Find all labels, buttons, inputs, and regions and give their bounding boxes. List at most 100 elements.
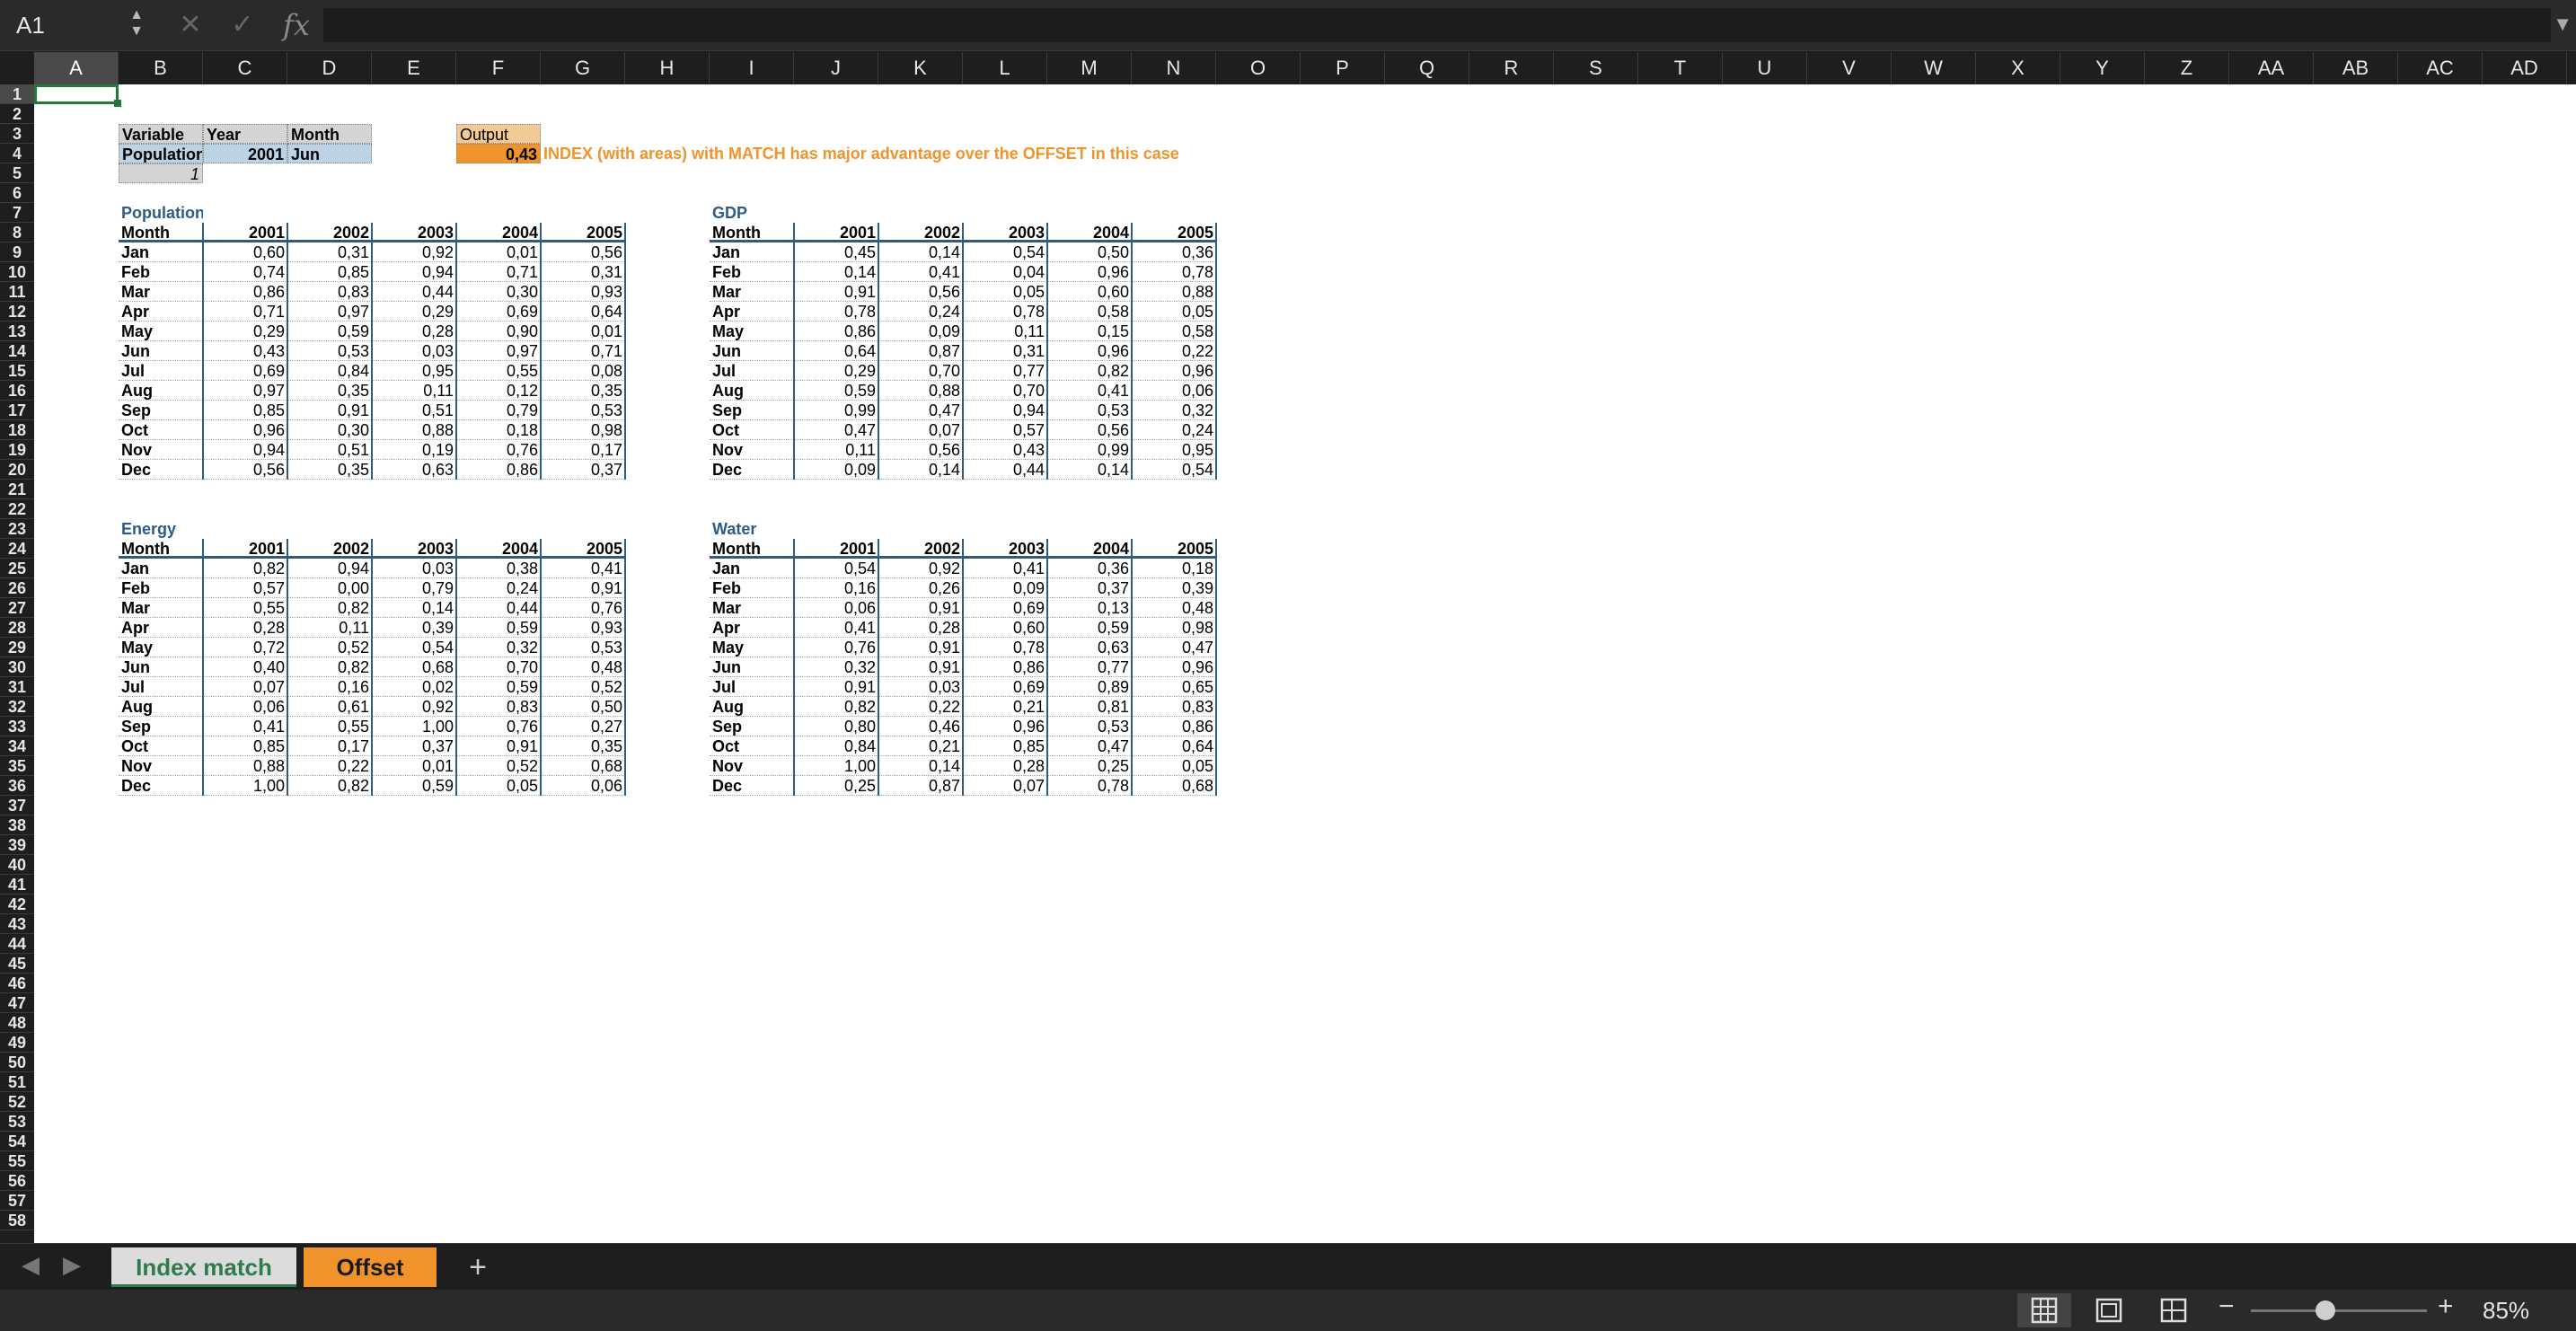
- table-row-label-gdp[interactable]: Apr: [710, 302, 794, 322]
- table-cell-population[interactable]: 0,93: [541, 282, 625, 302]
- table-cell-energy[interactable]: 0,02: [372, 677, 456, 697]
- row-header-29[interactable]: 29: [0, 638, 34, 657]
- table-cell-water[interactable]: 0,83: [1132, 697, 1216, 717]
- table-cell-population[interactable]: 0,85: [287, 262, 372, 282]
- table-header-year-water[interactable]: 2004: [1047, 539, 1132, 559]
- table-cell-population[interactable]: 0,28: [372, 322, 456, 341]
- column-header-aa[interactable]: AA: [2229, 52, 2314, 84]
- table-row-label-population[interactable]: Aug: [119, 381, 203, 401]
- table-cell-energy[interactable]: 0,94: [287, 559, 372, 578]
- table-row-label-water[interactable]: Sep: [710, 717, 794, 736]
- table-cell-gdp[interactable]: 0,58: [1132, 322, 1216, 341]
- table-cell-gdp[interactable]: 0,70: [878, 361, 963, 381]
- worksheet-grid[interactable]: Variable Year Month Population 2001 Jun 1 Outpu…: [34, 84, 2576, 1243]
- table-cell-gdp[interactable]: 0,11: [963, 322, 1047, 341]
- table-cell-energy[interactable]: 0,00: [287, 578, 372, 598]
- column-header-n[interactable]: N: [1132, 52, 1216, 84]
- row-header-28[interactable]: 28: [0, 618, 34, 638]
- table-row-label-energy[interactable]: Sep: [119, 717, 203, 736]
- table-cell-energy[interactable]: 0,68: [541, 756, 625, 776]
- table-cell-water[interactable]: 0,53: [1047, 717, 1132, 736]
- table-cell-population[interactable]: 0,51: [287, 440, 372, 460]
- row-header-48[interactable]: 48: [0, 1013, 34, 1033]
- table-cell-gdp[interactable]: 0,88: [1132, 282, 1216, 302]
- table-cell-energy[interactable]: 0,41: [541, 559, 625, 578]
- row-header-30[interactable]: 30: [0, 657, 34, 677]
- table-row-label-population[interactable]: Jun: [119, 341, 203, 361]
- row-header-44[interactable]: 44: [0, 934, 34, 954]
- table-cell-water[interactable]: 0,21: [963, 697, 1047, 717]
- table-title-water[interactable]: Water: [710, 519, 794, 539]
- table-cell-energy[interactable]: 0,41: [203, 717, 287, 736]
- table-header-year-gdp[interactable]: 2001: [794, 223, 878, 242]
- table-cell-energy[interactable]: 0,27: [541, 717, 625, 736]
- table-header-year-gdp[interactable]: 2004: [1047, 223, 1132, 242]
- previous-sheet-icon[interactable]: ◀: [22, 1251, 40, 1279]
- table-cell-energy[interactable]: 0,32: [456, 638, 541, 657]
- table-cell-water[interactable]: 0,91: [794, 677, 878, 697]
- table-cell-water[interactable]: 0,26: [878, 578, 963, 598]
- table-cell-gdp[interactable]: 0,54: [963, 242, 1047, 262]
- table-cell-population[interactable]: 0,31: [287, 242, 372, 262]
- page-layout-view-icon[interactable]: [2082, 1293, 2136, 1327]
- table-row-label-water[interactable]: Aug: [710, 697, 794, 717]
- row-header-26[interactable]: 26: [0, 578, 34, 598]
- table-cell-gdp[interactable]: 0,24: [1132, 420, 1216, 440]
- table-cell-energy[interactable]: 0,53: [541, 638, 625, 657]
- row-header-15[interactable]: 15: [0, 361, 34, 381]
- table-cell-population[interactable]: 0,63: [372, 460, 456, 480]
- table-cell-energy[interactable]: 0,55: [287, 717, 372, 736]
- table-cell-population[interactable]: 0,31: [541, 262, 625, 282]
- table-cell-gdp[interactable]: 0,56: [878, 440, 963, 460]
- row-header-16[interactable]: 16: [0, 381, 34, 401]
- table-cell-gdp[interactable]: 0,57: [963, 420, 1047, 440]
- table-cell-gdp[interactable]: 0,07: [878, 420, 963, 440]
- row-header-27[interactable]: 27: [0, 598, 34, 618]
- column-header-x[interactable]: X: [1976, 52, 2060, 84]
- table-cell-population[interactable]: 0,91: [287, 401, 372, 420]
- table-cell-population[interactable]: 0,71: [541, 341, 625, 361]
- table-cell-water[interactable]: 0,63: [1047, 638, 1132, 657]
- tab-index-match[interactable]: Index match: [111, 1247, 296, 1287]
- input-area-index[interactable]: 1: [119, 163, 203, 183]
- table-cell-energy[interactable]: 0,17: [287, 736, 372, 756]
- column-header-o[interactable]: O: [1216, 52, 1301, 84]
- table-cell-water[interactable]: 0,96: [963, 717, 1047, 736]
- table-row-label-water[interactable]: Nov: [710, 756, 794, 776]
- table-header-year-population[interactable]: 2004: [456, 223, 541, 242]
- table-header-year-energy[interactable]: 2004: [456, 539, 541, 559]
- table-cell-population[interactable]: 0,53: [287, 341, 372, 361]
- table-row-label-energy[interactable]: Aug: [119, 697, 203, 717]
- table-cell-population[interactable]: 0,76: [456, 440, 541, 460]
- column-header-r[interactable]: R: [1469, 52, 1554, 84]
- table-header-year-gdp[interactable]: 2003: [963, 223, 1047, 242]
- table-cell-water[interactable]: 0,32: [794, 657, 878, 677]
- column-header-w[interactable]: W: [1892, 52, 1976, 84]
- table-cell-population[interactable]: 0,19: [372, 440, 456, 460]
- table-cell-water[interactable]: 0,59: [1047, 618, 1132, 638]
- row-header-57[interactable]: 57: [0, 1191, 34, 1211]
- row-header-39[interactable]: 39: [0, 835, 34, 855]
- table-cell-energy[interactable]: 0,48: [541, 657, 625, 677]
- row-header-23[interactable]: 23: [0, 519, 34, 539]
- zoom-out-button[interactable]: −: [2219, 1291, 2235, 1322]
- table-cell-energy[interactable]: 1,00: [203, 776, 287, 796]
- name-box-stepper-icon[interactable]: ▲ ▼: [128, 7, 146, 43]
- column-header-u[interactable]: U: [1723, 52, 1807, 84]
- input-header-month[interactable]: Month: [287, 124, 372, 144]
- table-cell-energy[interactable]: 0,06: [203, 697, 287, 717]
- table-cell-gdp[interactable]: 0,78: [1132, 262, 1216, 282]
- row-header-8[interactable]: 8: [0, 223, 34, 242]
- table-cell-water[interactable]: 0,03: [878, 677, 963, 697]
- row-header-32[interactable]: 32: [0, 697, 34, 717]
- input-variable[interactable]: Population: [119, 144, 203, 163]
- table-row-label-water[interactable]: Dec: [710, 776, 794, 796]
- table-row-label-water[interactable]: Feb: [710, 578, 794, 598]
- table-cell-energy[interactable]: 0,91: [456, 736, 541, 756]
- table-cell-gdp[interactable]: 0,99: [794, 401, 878, 420]
- table-cell-water[interactable]: 0,22: [878, 697, 963, 717]
- column-header-z[interactable]: Z: [2145, 52, 2229, 84]
- table-cell-gdp[interactable]: 0,41: [1047, 381, 1132, 401]
- table-header-year-energy[interactable]: 2005: [541, 539, 625, 559]
- row-header-42[interactable]: 42: [0, 895, 34, 914]
